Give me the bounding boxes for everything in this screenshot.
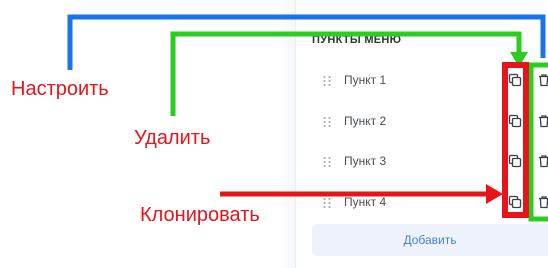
menu-item-2[interactable]: Пункт 2 — [312, 107, 548, 137]
copy-icon[interactable] — [508, 195, 522, 209]
copy-icon[interactable] — [508, 154, 522, 168]
panel-title: ПУНКТЫ МЕНЮ — [312, 34, 402, 46]
menu-item-label: Пункт 4 — [344, 195, 387, 209]
trash-icon[interactable] — [537, 73, 548, 87]
copy-icon[interactable] — [508, 73, 522, 87]
trash-icon[interactable] — [537, 154, 548, 168]
menu-item-label: Пункт 3 — [344, 154, 387, 168]
trash-icon[interactable] — [537, 195, 548, 209]
drag-handle-icon[interactable] — [322, 75, 332, 87]
menu-item-4[interactable]: Пункт 4 — [312, 188, 548, 218]
drag-handle-icon[interactable] — [322, 156, 332, 168]
drag-handle-icon[interactable] — [322, 116, 332, 128]
menu-item-label: Пункт 2 — [344, 114, 387, 128]
annotated-screenshot: ПУНКТЫ МЕНЮ Пункт 1 Пункт 2 Пункт 3 Пунк… — [0, 0, 548, 268]
menu-item-3[interactable]: Пункт 3 — [312, 147, 548, 177]
trash-icon[interactable] — [537, 114, 548, 128]
copy-icon[interactable] — [508, 114, 522, 128]
delete-annotation-label: Удалить — [134, 127, 211, 149]
clone-annotation-label: Клонировать — [140, 204, 260, 226]
menu-item-label: Пункт 1 — [344, 73, 387, 87]
drag-handle-icon[interactable] — [322, 197, 332, 209]
menu-item-1[interactable]: Пункт 1 — [312, 66, 548, 96]
configure-annotation-label: Настроить — [11, 78, 109, 100]
add-item-button[interactable]: Добавить — [312, 224, 548, 256]
